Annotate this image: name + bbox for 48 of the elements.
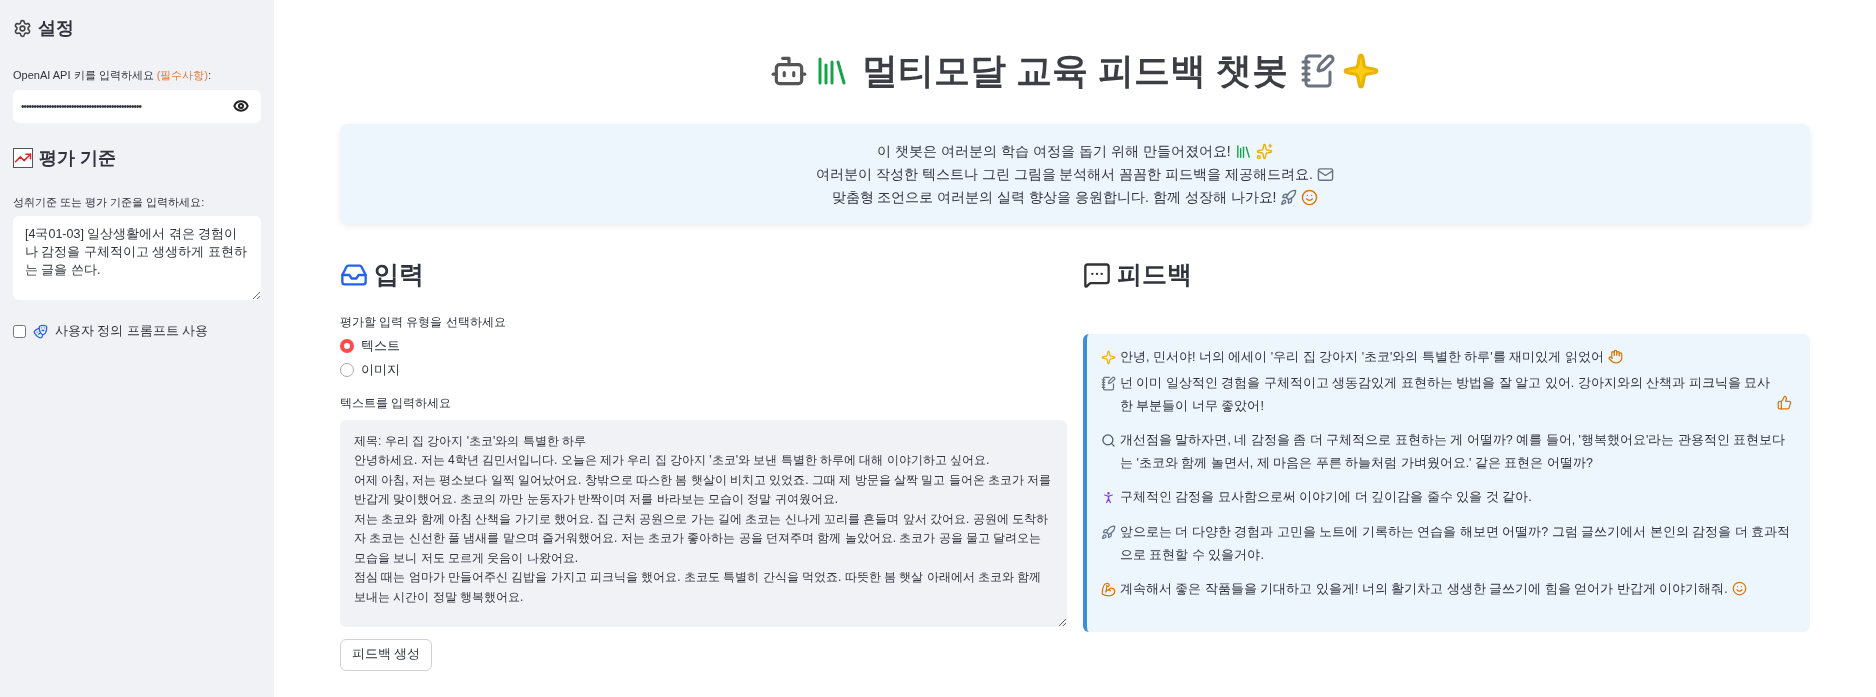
star-icon [1101,349,1116,365]
intro-text: 여러분이 작성한 텍스트나 그린 그림을 분석해서 꼼꼼한 피드백을 제공해드려요. [816,165,1313,184]
smile-icon [1301,188,1319,206]
chart-icon [13,148,33,168]
essay-field[interactable]: 제목: 우리 집 강아지 '초코'와의 특별한 하루 안녕하세요. 저는 4학년 김민서입니다. 오늘은 제가 우리 집 강아지 '초코'와 보낸 특별한 하루에 대해 이야기하고 싶어요. 어제 아침, 저는 평소보다 일찍 일어났어요. 창밖으로 따스한 봄 햇살이 비치고 있었죠. 그때 제 방문을 살짝 밀고 들어온 초코가 저를 반갑게 맞이했어요. 초코의 까만 눈동자가 반짝이며 저를 바라보는 모습이 정말 귀여웠어요. 저는 초코와 함께 아침 산책을 가기로 했어요. 집 근처 공원으로 가는 길에 초코는 신나게 꼬리를 흔들며 앞서 갔어요. 공원에 도착하자 초코는 신선한 풀 냄새를 맡으며 즐거워했어요. 저는 초코가 좋아하는 공을 던져주며 함께 놀았어요. 초코가 공을 물고 달려오는 모습을 보니 저도 모르게 웃음이 나왔어요. 점심 때는 엄마가 만들어주신 김밥을 가지고 피크닉을 했어요. 초코도 특별히 간식을 먹었죠. 따뜻한 봄 햇살 아래에서 초코와 함께 보내는 시간이 정말 행복했어요. [340,419,1067,627]
criteria-field[interactable]: [4국01-03] 일상생활에서 겪은 경험이나 감정을 구체적이고 생생하게 표현하는 글을 쓴다. [13,216,261,300]
rocket-icon [1280,188,1298,206]
rocket-icon [1101,524,1116,540]
feedback-text: 안녕, 민서야! 너의 에세이 '우리 집 강아지 '초코'와의 특별한 하루'를 재미있게 읽었어 [1120,348,1604,366]
custom-prompt-label[interactable]: 사용자 정의 프롬프트 사용 [55,322,209,341]
criteria-label: 성취기준 또는 평가 기준을 입력하세요: [13,194,206,210]
radio-label[interactable]: 이미지 [361,360,400,380]
generate-feedback-button[interactable]: 피드백 생성 [340,638,433,671]
thumbs-up-icon [1777,394,1792,410]
gear-icon [13,19,32,38]
smile-icon [1731,580,1747,596]
custom-prompt-checkbox[interactable] [13,324,26,338]
intro-text: 이 챗봇은 여러분의 학습 여정을 돕기 위해 만들어졌어요! [877,142,1231,161]
api-key-field[interactable]: •••••••••••••••••••••••••••••••••••••••••••••••• [13,89,261,123]
speech-bubble-icon [1083,260,1111,289]
feedback-text: 계속해서 좋은 작품들을 기대하고 있을게! 너의 활기차고 생생한 글쓰기에 힘을 얻어가 반갑게 이야기해줘. [1120,580,1728,598]
input-type-label: 평가할 입력 유형을 선택하세요 [340,314,507,330]
page-title: 멀티모달 교육 피드백 챗봇 [862,49,1288,93]
radio-button[interactable] [340,339,354,354]
feedback-text: 넌 이미 일상적인 경험을 구체적이고 생동감있게 표현하는 방법을 잘 알고 있어. 강아지와의 산책과 피크닉을 묘사한 부분들이 너무 좋았어! [1120,374,1772,415]
radio-button[interactable] [340,362,354,377]
input-heading: 입력 [374,259,424,290]
envelope-icon [1317,165,1334,183]
feedback-text: 개선점을 말하자면, 네 감정을 좀 더 구체적으로 표현하는 게 어떨까? 예를 들어, '행복했어요'라는 관용적인 표현보다는 '초코와 함께 놀면서, 제 마음은 푸른 하늘처럼 가벼웠어요.' 같은 표현은 어떨까? [1120,431,1787,472]
notepad-icon [1300,53,1336,89]
star-icon [1342,52,1380,90]
settings-heading: 설정 [38,17,74,40]
person-icon [1101,489,1116,505]
feedback-text: 앞으로는 더 다양한 경험과 고민을 노트에 기록하는 연습을 해보면 어떨까? 그럼 글쓰기에서 본인의 감정을 더 효과적으로 표현할 수 있을거야. [1120,523,1792,564]
intro-text: 맞춤형 조언으로 여러분의 실력 향상을 응원합니다. 함께 성장해 나가요! [831,188,1277,207]
sparkles-icon [1255,142,1273,160]
feedback-text: 구체적인 감정을 묘사함으로써 이야기에 더 깊이감을 줄수 있을 것 같아. [1120,488,1532,506]
radio-label[interactable]: 텍스트 [361,336,400,356]
notepad-icon [1101,375,1116,391]
text-input-label: 텍스트를 입력하세요 [340,396,453,412]
hand-icon [1607,348,1623,364]
criteria-heading: 평가 기준 [39,146,116,170]
arm-icon [1101,581,1116,597]
masks-icon [33,323,48,339]
magnifier-icon [1101,432,1116,448]
api-key-label: OpenAI API 키를 입력하세요 (필수사항): [13,68,213,83]
show-password-icon[interactable] [233,97,249,114]
feedback-heading: 피드백 [1117,259,1192,290]
